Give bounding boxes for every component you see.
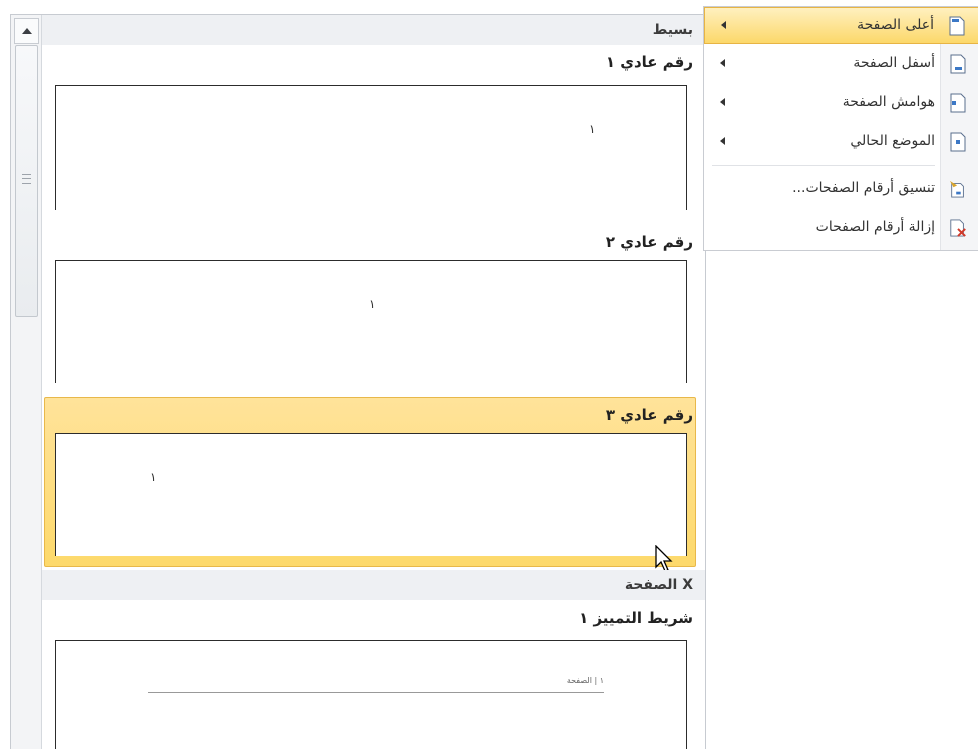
- arrow-up-icon: [21, 28, 32, 34]
- menu-item-label: تنسيق أرقام الصفحات...: [792, 180, 935, 196]
- page-number-menu: أعلى الصفحة أسفل الصفحة هوامش الصفحة الم…: [703, 6, 978, 251]
- menu-item-top-of-page[interactable]: أعلى الصفحة: [704, 7, 978, 44]
- menu-separator: [712, 165, 935, 166]
- menu-item-label: أسفل الصفحة: [853, 55, 935, 71]
- submenu-arrow-icon: [720, 59, 725, 67]
- current-position-icon: [950, 132, 966, 152]
- page-number-preview: ١: [369, 297, 376, 311]
- scroll-up-button[interactable]: [14, 18, 39, 44]
- category-label: الصفحة X: [624, 577, 693, 593]
- page-label-preview: ١ | الصفحة: [566, 676, 604, 685]
- submenu-arrow-icon: [721, 21, 726, 29]
- menu-item-current-position[interactable]: الموضع الحالي: [704, 124, 978, 161]
- menu-item-label: هوامش الصفحة: [842, 94, 935, 110]
- gallery-item-title: رقم عادي ١: [605, 53, 693, 71]
- gallery-item-plain-number-3[interactable]: ١: [55, 433, 687, 556]
- mouse-cursor-icon: [655, 545, 673, 572]
- accent-line: [148, 692, 604, 693]
- menu-item-remove-page-numbers[interactable]: إزالة أرقام الصفحات: [704, 210, 978, 247]
- page-bottom-icon: [950, 54, 966, 74]
- gallery-item-accent-bar-1[interactable]: ١ | الصفحة: [55, 640, 687, 749]
- gallery-item-plain-number-2[interactable]: ١: [55, 260, 687, 383]
- gallery-item-plain-number-1[interactable]: ١: [55, 85, 687, 210]
- category-header-page-x: الصفحة X: [42, 570, 705, 600]
- menu-item-label: الموضع الحالي: [850, 133, 935, 149]
- submenu-arrow-icon: [720, 137, 725, 145]
- gallery-item-title: رقم عادي ٢: [605, 233, 693, 251]
- menu-item-format-page-numbers[interactable]: تنسيق أرقام الصفحات...: [704, 171, 978, 208]
- category-header-simple: بسيط: [42, 15, 705, 45]
- menu-item-label: أعلى الصفحة: [857, 17, 934, 33]
- category-label: بسيط: [652, 22, 693, 38]
- scroll-thumb[interactable]: [15, 45, 38, 317]
- grip-icon: [22, 174, 31, 184]
- gallery-content: بسيط رقم عادي ١ ١ رقم عادي ٢ ١ رقم عادي …: [42, 15, 705, 749]
- page-number-gallery: بسيط رقم عادي ١ ١ رقم عادي ٢ ١ رقم عادي …: [10, 14, 706, 749]
- page-number-preview: ١: [589, 122, 596, 136]
- page-top-icon: [949, 16, 965, 36]
- page-margins-icon: [950, 93, 966, 113]
- submenu-arrow-icon: [720, 98, 725, 106]
- remove-page-numbers-icon: [950, 219, 966, 237]
- gallery-item-title: شريط التمييز ١: [579, 609, 693, 627]
- gallery-scrollbar[interactable]: [11, 15, 42, 749]
- menu-item-label: إزالة أرقام الصفحات: [815, 219, 935, 235]
- menu-item-bottom-of-page[interactable]: أسفل الصفحة: [704, 46, 978, 83]
- menu-item-page-margins[interactable]: هوامش الصفحة: [704, 85, 978, 122]
- gallery-item-title: رقم عادي ٣: [605, 406, 693, 424]
- format-page-numbers-icon: [949, 180, 964, 198]
- page-number-preview: ١: [150, 470, 157, 484]
